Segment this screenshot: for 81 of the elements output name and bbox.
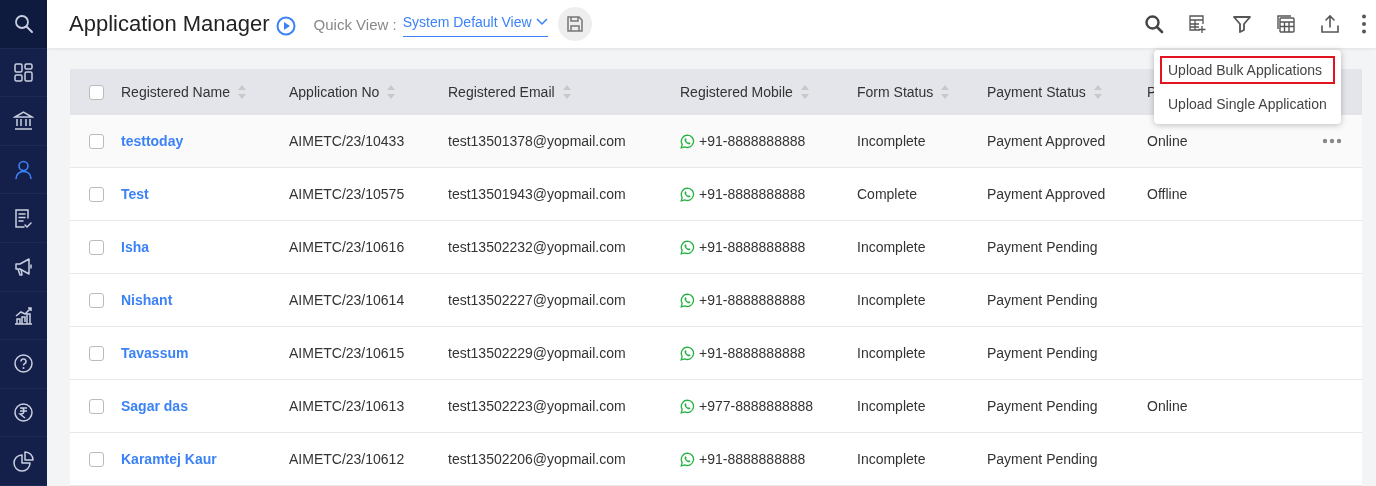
- table-cell-text: AIMETC/23/10613: [289, 398, 406, 414]
- table-cell-text: Online: [1147, 398, 1189, 414]
- table-cell-text: test13502227@yopmail.com: [448, 292, 627, 308]
- chevron-down-icon: [535, 17, 548, 26]
- column-header[interactable]: Form Status: [857, 84, 934, 100]
- table-cell: +91-8888888888: [699, 292, 806, 308]
- table-cell-text: AIMETC/23/10616: [289, 239, 406, 255]
- column-header[interactable]: Registered Name: [121, 84, 230, 100]
- quick-view-dropdown[interactable]: System Default View: [402, 11, 548, 37]
- table-cell-text: test13501943@yopmail.com: [448, 186, 627, 202]
- search-icon: [1144, 14, 1164, 34]
- table-cell-text: AIMETC/23/10575: [289, 186, 406, 202]
- applicant-name-link[interactable]: Tavassum: [121, 345, 289, 361]
- row-checkbox[interactable]: [89, 345, 104, 361]
- table-cell-text: Incomplete: [857, 398, 927, 414]
- calculator-icon: [1276, 14, 1296, 34]
- quick-view-label: Quick View :: [313, 15, 397, 33]
- table-cell-text: Payment Pending: [987, 292, 1099, 308]
- table-cell-text: Incomplete: [857, 451, 927, 467]
- table-cell-text: Incomplete: [857, 133, 927, 149]
- play-icon[interactable]: [275, 15, 296, 36]
- nav-item[interactable]: [0, 0, 47, 49]
- table-plus-icon: [1188, 14, 1208, 34]
- table-cell-text: Online: [1147, 133, 1189, 149]
- table-cell-text: Payment Approved: [987, 133, 1107, 149]
- table-cell-text: AIMETC/23/10614: [289, 292, 406, 308]
- whatsapp-icon: [680, 186, 695, 202]
- column-header[interactable]: Registered Email: [448, 84, 555, 100]
- row-checkbox[interactable]: [89, 292, 104, 308]
- menu-item[interactable]: Upload Bulk Applications: [1160, 56, 1335, 84]
- applicant-name-link[interactable]: Nishant: [121, 292, 289, 308]
- table-cell-text: AIMETC/23/10433: [289, 133, 406, 149]
- column-header[interactable]: Payment Status: [987, 84, 1086, 100]
- upload-icon: [1320, 14, 1340, 34]
- table-cell-text: Payment Approved: [987, 186, 1107, 202]
- applicant-name-link[interactable]: Karamtej Kaur: [121, 451, 289, 467]
- table-cell: +91-8888888888: [699, 186, 806, 202]
- select-all-checkbox[interactable]: [89, 84, 104, 100]
- table-cell-text: Payment Pending: [987, 239, 1099, 255]
- whatsapp-icon: [680, 451, 695, 467]
- table-cell-text: Incomplete: [857, 292, 927, 308]
- filter-icon: [1232, 14, 1252, 34]
- table-cell-text: Incomplete: [857, 345, 927, 361]
- table-cell-text: Incomplete: [857, 239, 927, 255]
- table-cell-text: Complete: [857, 186, 918, 202]
- table-cell: +977-8888888888: [699, 398, 814, 414]
- whatsapp-icon: [680, 398, 695, 414]
- table-cell-text: test13501378@yopmail.com: [448, 133, 627, 149]
- menu-item[interactable]: Upload Single Application: [1160, 90, 1335, 118]
- applicant-name-link[interactable]: testtoday: [121, 133, 289, 149]
- table-cell-text: Offline: [1147, 186, 1189, 202]
- row-actions-icon[interactable]: [1322, 138, 1342, 144]
- row-checkbox[interactable]: [89, 186, 104, 202]
- table-cell: +91-8888888888: [699, 239, 806, 255]
- applicant-name-link[interactable]: Test: [121, 186, 289, 202]
- table-cell: +91-8888888888: [699, 133, 806, 149]
- whatsapp-icon: [680, 292, 695, 308]
- applicant-name-link[interactable]: Isha: [121, 239, 289, 255]
- row-checkbox[interactable]: [89, 451, 104, 467]
- table-cell-text: Payment Pending: [987, 451, 1099, 467]
- table-cell-text: Payment Pending: [987, 398, 1099, 414]
- column-header[interactable]: Registered Mobile: [680, 84, 793, 100]
- table-cell-text: Payment Pending: [987, 345, 1099, 361]
- table-cell-text: AIMETC/23/10612: [289, 451, 406, 467]
- table-cell: +91-8888888888: [699, 451, 806, 467]
- column-header[interactable]: Application No: [289, 84, 380, 100]
- table-cell: +91-8888888888: [699, 345, 806, 361]
- row-checkbox[interactable]: [89, 398, 104, 414]
- whatsapp-icon: [680, 133, 695, 149]
- table-cell-text: AIMETC/23/10615: [289, 345, 406, 361]
- table-cell-text: test13502229@yopmail.com: [448, 345, 627, 361]
- whatsapp-icon: [680, 345, 695, 361]
- table-cell-text: test13502232@yopmail.com: [448, 239, 627, 255]
- table-cell-text: test13502206@yopmail.com: [448, 451, 627, 467]
- row-checkbox[interactable]: [89, 239, 104, 255]
- row-checkbox[interactable]: [89, 133, 104, 149]
- whatsapp-icon: [680, 239, 695, 255]
- table-cell-text: test13502223@yopmail.com: [448, 398, 627, 414]
- page-title: Application Manager: [69, 11, 270, 37]
- applicant-name-link[interactable]: Sagar das: [121, 398, 289, 414]
- save-button[interactable]: [557, 7, 592, 41]
